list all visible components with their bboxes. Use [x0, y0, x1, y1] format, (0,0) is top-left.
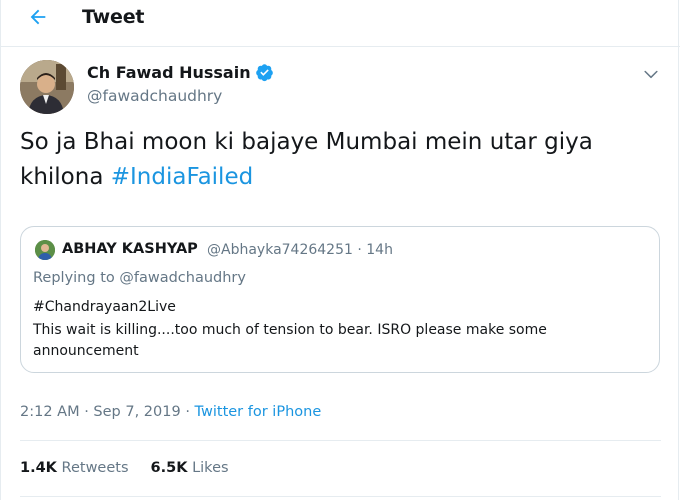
tweet-source-link[interactable]: Twitter for iPhone	[195, 404, 322, 420]
tweet-page: Tweet Ch Fawad Hussain @fawadchaudhry So…	[0, 0, 680, 500]
likes-stat[interactable]: 6.5K Likes	[151, 460, 229, 476]
quoted-tweet[interactable]: ABHAY KASHYAP @Abhayka74264251 · 14h Rep…	[20, 226, 660, 373]
quoted-replying-to: Replying to @fawadchaudhry	[33, 270, 246, 286]
likes-label: Likes	[192, 460, 229, 476]
page-title: Tweet	[82, 6, 145, 28]
author-name[interactable]: Ch Fawad Hussain	[87, 63, 274, 82]
quoted-hashtag: #Chandrayaan2Live	[33, 299, 176, 315]
page-header: Tweet	[1, 0, 680, 47]
author-handle[interactable]: @fawadchaudhry	[87, 87, 222, 105]
author-name-text: Ch Fawad Hussain	[87, 63, 251, 82]
tweet-metadata: 2:12 AM · Sep 7, 2019 · Twitter for iPho…	[20, 404, 321, 420]
retweets-label: Retweets	[61, 460, 129, 476]
chevron-down-icon	[641, 69, 661, 88]
tweet-timestamp[interactable]: 2:12 AM · Sep 7, 2019 ·	[20, 404, 195, 420]
likes-count: 6.5K	[150, 460, 188, 476]
retweets-stat[interactable]: 1.4K Retweets	[20, 460, 129, 476]
arrow-left-icon	[27, 6, 49, 32]
tweet-text: So ja Bhai moon ki bajaye Mumbai mein ut…	[20, 125, 660, 195]
tweet-menu-button[interactable]	[641, 64, 661, 84]
quoted-avatar	[35, 240, 55, 260]
quoted-body: This wait is killing....too much of tens…	[33, 322, 547, 359]
verified-badge-icon	[255, 63, 274, 82]
avatar[interactable]	[20, 60, 74, 114]
retweets-count: 1.4K	[20, 460, 57, 476]
divider	[20, 440, 661, 441]
divider	[20, 496, 661, 497]
back-button[interactable]	[23, 4, 53, 34]
quoted-handle-time: @Abhayka74264251 · 14h	[207, 242, 393, 258]
tweet-text-body: So ja Bhai moon ki bajaye Mumbai mein ut…	[20, 129, 593, 190]
quoted-author-name: ABHAY KASHYAP	[62, 241, 198, 257]
hashtag-link[interactable]: #IndiaFailed	[111, 164, 253, 190]
tweet-stats: 1.4K Retweets 6.5K Likes	[20, 460, 229, 476]
